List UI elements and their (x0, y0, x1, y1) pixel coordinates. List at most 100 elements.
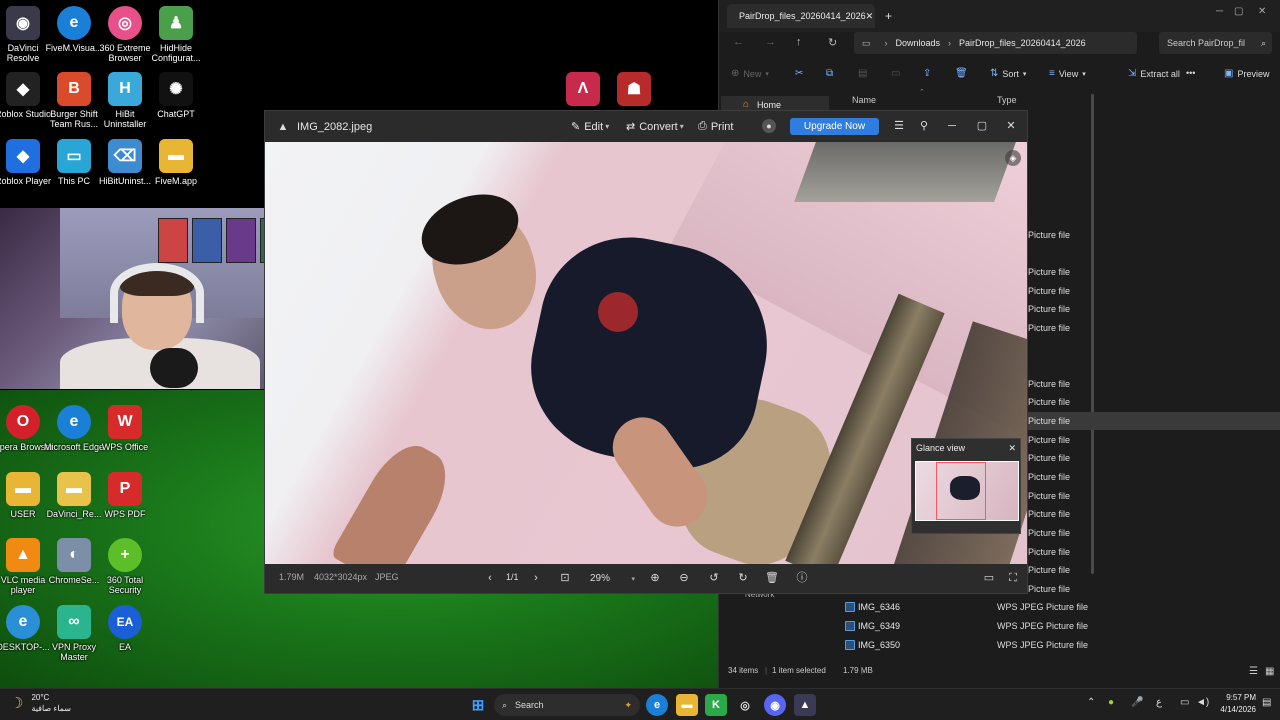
sort-icon: ⇅ (990, 68, 999, 79)
convert-menu[interactable]: ⇄ Convert ▾ (626, 120, 684, 134)
volume-icon[interactable]: ◄) (1196, 697, 1209, 708)
info-icon[interactable]: ⓘ (794, 570, 810, 586)
file-row[interactable]: IMG_6350 WPS JPEG Picture file (831, 636, 1280, 654)
edge-icon: e (57, 6, 91, 40)
preview-label: Preview (1237, 68, 1270, 79)
extract-all-button[interactable]: ⇲ Extract all (1128, 68, 1180, 79)
edge-taskbar-icon[interactable]: e (646, 694, 668, 716)
glance-thumbnail[interactable] (915, 461, 1019, 521)
desktop-icon-fivem-app[interactable]: ▬ FiveM.app (145, 139, 207, 186)
desktop-icon-burglary[interactable]: ☗ (603, 72, 665, 109)
more-options-button[interactable]: ••• (1186, 68, 1195, 78)
column-header-type[interactable]: Type (997, 95, 1017, 105)
next-image-icon[interactable]: › (528, 570, 544, 586)
sort-button[interactable]: ⇅ Sort ▾ (990, 68, 1026, 79)
desktop-icon-label: ChatGPT (157, 109, 195, 119)
breadcrumb-folder[interactable]: PairDrop_files_20260414_2026 (959, 38, 1086, 48)
copy-button[interactable]: ⧉ (826, 68, 837, 79)
minimize-button[interactable]: ─ (944, 118, 960, 134)
zoom-out-icon[interactable]: ⊖ (676, 570, 692, 586)
zoom-in-icon[interactable]: ⊕ (647, 570, 663, 586)
tiles-view-icon[interactable]: ▦ (1265, 666, 1274, 677)
minimize-button[interactable]: ─ (1216, 6, 1223, 17)
tray-overflow-icon[interactable]: ⌃ (1087, 697, 1095, 708)
explorer-tab-strip: PairDrop_files_20260414_2026 ✕ + (719, 0, 1280, 32)
microphone-icon[interactable]: 🎤 (1131, 697, 1143, 708)
viewport-indicator[interactable] (936, 462, 986, 520)
explorer-tab[interactable]: PairDrop_files_20260414_2026 ✕ (727, 4, 875, 28)
network-icon[interactable]: ▭ (1180, 697, 1189, 708)
delete-button[interactable]: 🗑 (955, 68, 972, 79)
breadcrumb-downloads[interactable]: Downloads (896, 38, 941, 48)
address-bar[interactable]: ▭ › Downloads › PairDrop_files_20260414_… (854, 32, 1137, 54)
obs-taskbar-icon[interactable]: ◎ (734, 694, 756, 716)
file-explorer-taskbar-icon[interactable]: ▬ (676, 694, 698, 716)
rotate-right-icon[interactable]: ↻ (735, 570, 751, 586)
zoom-select[interactable]: 29% ▾ (590, 570, 635, 587)
rename-button[interactable]: ▭ (891, 68, 904, 79)
file-name: IMG_6349 (858, 621, 901, 631)
close-button[interactable]: ✕ (1003, 118, 1019, 134)
new-button[interactable]: ⊕ New ▾ (731, 68, 769, 79)
desktop-icon-wps-pdf[interactable]: P WPS PDF (94, 472, 156, 519)
discord-taskbar-icon[interactable]: ◉ (764, 694, 786, 716)
weather-widget[interactable]: ☽ 20°C سماء صافية (10, 692, 71, 714)
upgrade-now-button[interactable]: Upgrade Now (790, 118, 879, 135)
file-row[interactable]: IMG_6346 WPS JPEG Picture file (831, 598, 1280, 616)
desktop-icon-label: HidHide Configurat... (151, 43, 201, 63)
kick-taskbar-icon[interactable]: K (705, 694, 727, 716)
opera-icon: O (6, 405, 40, 439)
search-icon: ⌕ (1260, 37, 1266, 48)
tray-app-icon[interactable]: ● (1108, 697, 1114, 708)
delete-icon[interactable]: 🗑 (764, 570, 780, 586)
fit-to-window-icon[interactable]: ⊡ (557, 570, 573, 586)
details-view-icon[interactable]: ☰ (1249, 666, 1258, 677)
new-tab-button[interactable]: + (885, 9, 892, 23)
slideshow-icon[interactable]: ▭ (981, 570, 997, 586)
chromese-icon: ◐ (57, 538, 91, 572)
file-row[interactable]: IMG_6349 WPS JPEG Picture file (831, 617, 1280, 635)
close-tab-icon[interactable]: ✕ (866, 11, 874, 22)
print-button[interactable]: ⎙ Print (698, 120, 733, 133)
language-indicator[interactable]: ع (1156, 697, 1162, 708)
pin-icon[interactable]: ⚲ (916, 118, 932, 134)
column-header-name[interactable]: Name (852, 95, 876, 105)
ai-assist-icon[interactable]: ◈ (1005, 150, 1021, 166)
forward-arrow-icon[interactable]: → (765, 36, 776, 48)
up-arrow-icon[interactable]: ↑ (796, 36, 802, 48)
back-arrow-icon[interactable]: ← (733, 36, 744, 48)
close-glance-icon[interactable]: ✕ (1008, 443, 1016, 454)
refresh-icon[interactable]: ↻ (828, 36, 837, 49)
photo-canvas[interactable]: ◈ Glance view ✕ (265, 142, 1027, 565)
taskbar-search[interactable]: ⌕ Search ✦ (494, 694, 640, 716)
trash-icon: 🗑 (955, 68, 968, 79)
desktop-icon-ea[interactable]: EA EA (94, 605, 156, 652)
rotate-left-icon[interactable]: ↺ (706, 570, 722, 586)
notifications-icon[interactable]: ▤ (1262, 697, 1271, 708)
new-label: New (743, 68, 762, 79)
desktop-icon-wps-office[interactable]: W WPS Office (94, 405, 156, 452)
search-placeholder: Search PairDrop_fil (1167, 38, 1246, 48)
previous-image-icon[interactable]: ‹ (482, 570, 498, 586)
start-button[interactable]: ⊞ (467, 694, 489, 716)
maximize-button[interactable]: ▢ (1234, 6, 1243, 17)
close-button[interactable]: ✕ (1258, 6, 1266, 17)
desktop-icon-hidhide[interactable]: ♟ HidHide Configurat... (145, 6, 207, 63)
cut-button[interactable]: ✂ (795, 68, 807, 79)
paste-button[interactable]: ▤ (858, 68, 871, 79)
taskbar-clock[interactable]: 9:57 PM 4/14/2026 (1212, 692, 1256, 716)
photo-viewer-taskbar-icon[interactable]: ▲ (794, 694, 816, 716)
hamburger-menu-icon[interactable]: ☰ (891, 118, 907, 134)
explorer-search-input[interactable]: Search PairDrop_fil ⌕ (1159, 32, 1272, 54)
maximize-button[interactable]: ▢ (974, 118, 990, 134)
share-button[interactable]: ⇪ (923, 68, 935, 79)
desktop-icon-chatgpt[interactable]: ✺ ChatGPT (145, 72, 207, 119)
view-button[interactable]: ≡ View ▾ (1049, 68, 1086, 79)
fullscreen-icon[interactable]: ⛶ (1005, 570, 1021, 586)
edit-menu[interactable]: ✎ Edit ▾ (571, 120, 609, 134)
account-avatar-icon[interactable]: ● (762, 119, 776, 133)
roblox-studio-icon: ◆ (6, 72, 40, 106)
preview-button[interactable]: ▣ Preview (1224, 68, 1269, 79)
desktop-icon-360-total-security[interactable]: + 360 Total Security (94, 538, 156, 595)
ellipsis-icon: ••• (1186, 68, 1196, 78)
